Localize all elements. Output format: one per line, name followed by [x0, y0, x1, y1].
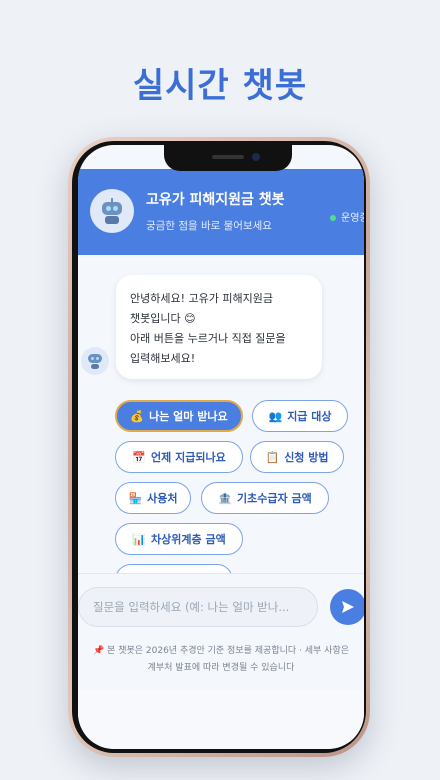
screen-bottom [78, 690, 364, 749]
send-icon [342, 601, 354, 613]
store-icon: 🏪 [128, 491, 143, 505]
chip-label: 사용처 [147, 492, 178, 505]
phone-notch [164, 145, 292, 171]
disclaimer-line: 📌 본 챗봇은 2026년 추경안 기준 정보를 제공합니다 · 세부 사항은 [92, 646, 350, 656]
people-icon: 👥 [268, 409, 283, 423]
chip-label: 언제 지급되나요 [151, 451, 226, 464]
status-dot-icon [330, 215, 336, 221]
chart-icon: 📊 [132, 532, 147, 546]
message-line: 안녕하세요! 고유가 피해지원금 [130, 292, 273, 305]
bank-icon: 🏦 [218, 491, 233, 505]
quick-reply-basic-recipient[interactable]: 🏦 기초수급자 금액 [201, 482, 329, 514]
quick-reply-eligibility[interactable]: 👥 지급 대상 [252, 400, 348, 432]
phone-frame: 고유가 피해지원금 챗봇 궁금한 점을 바로 물어보세요 운영중 안녕하세요! … [68, 137, 370, 757]
disclaimer-line: 계부처 발표에 따라 변경될 수 있습니다 [147, 663, 295, 673]
chat-title: 고유가 피해지원금 챗봇 [146, 192, 285, 208]
disclaimer: 📌 본 챗봇은 2026년 추경안 기준 정보를 제공합니다 · 세부 사항은 … [78, 643, 364, 677]
chip-label: 지급 대상 [287, 410, 332, 423]
quick-reply-apply[interactable]: 📋 신청 방법 [250, 441, 344, 473]
chip-label: 차상위계층 금액 [151, 533, 226, 546]
chat-screen: 고유가 피해지원금 챗봇 궁금한 점을 바로 물어보세요 운영중 안녕하세요! … [78, 145, 364, 749]
bot-message: 안녕하세요! 고유가 피해지원금 챗봇입니다 😊 아래 버튼을 누르거나 직접 … [116, 275, 322, 379]
page-headline: 실시간 챗봇 [132, 66, 308, 106]
quick-reply-near-poverty[interactable]: 📊 차상위계층 금액 [115, 523, 243, 555]
chat-header: 고유가 피해지원금 챗봇 궁금한 점을 바로 물어보세요 운영중 [78, 169, 364, 255]
status-badge: 운영중 [330, 209, 364, 224]
input-area: 질문을 입력하세요 (예: 나는 얼마 받나... [78, 573, 364, 641]
chat-subtitle: 궁금한 점을 바로 물어보세요 [146, 220, 272, 232]
robot-icon [90, 189, 134, 233]
chat-input[interactable]: 질문을 입력하세요 (예: 나는 얼마 받나... [78, 587, 318, 627]
bot-avatar-icon [81, 347, 109, 375]
message-line: 아래 버튼을 누르거나 직접 질문을 [130, 332, 286, 345]
message-line: 입력해보세요! [130, 352, 196, 365]
quick-reply-when[interactable]: 📅 언제 지급되나요 [115, 441, 243, 473]
send-button[interactable] [330, 589, 364, 625]
speaker-grille [212, 155, 244, 159]
chip-label: 기초수급자 금액 [237, 492, 312, 505]
quick-reply-how-much[interactable]: 💰 나는 얼마 받나요 [115, 400, 243, 432]
money-bag-icon: 💰 [130, 409, 145, 423]
camera-icon [252, 153, 260, 161]
chip-label: 나는 얼마 받나요 [149, 410, 228, 423]
calendar-icon: 📅 [132, 450, 147, 464]
clipboard-icon: 📋 [265, 450, 280, 464]
status-label: 운영중 [341, 213, 364, 224]
chip-label: 신청 방법 [284, 451, 329, 464]
quick-reply-where[interactable]: 🏪 사용처 [115, 482, 191, 514]
message-line: 챗봇입니다 😊 [130, 312, 196, 325]
